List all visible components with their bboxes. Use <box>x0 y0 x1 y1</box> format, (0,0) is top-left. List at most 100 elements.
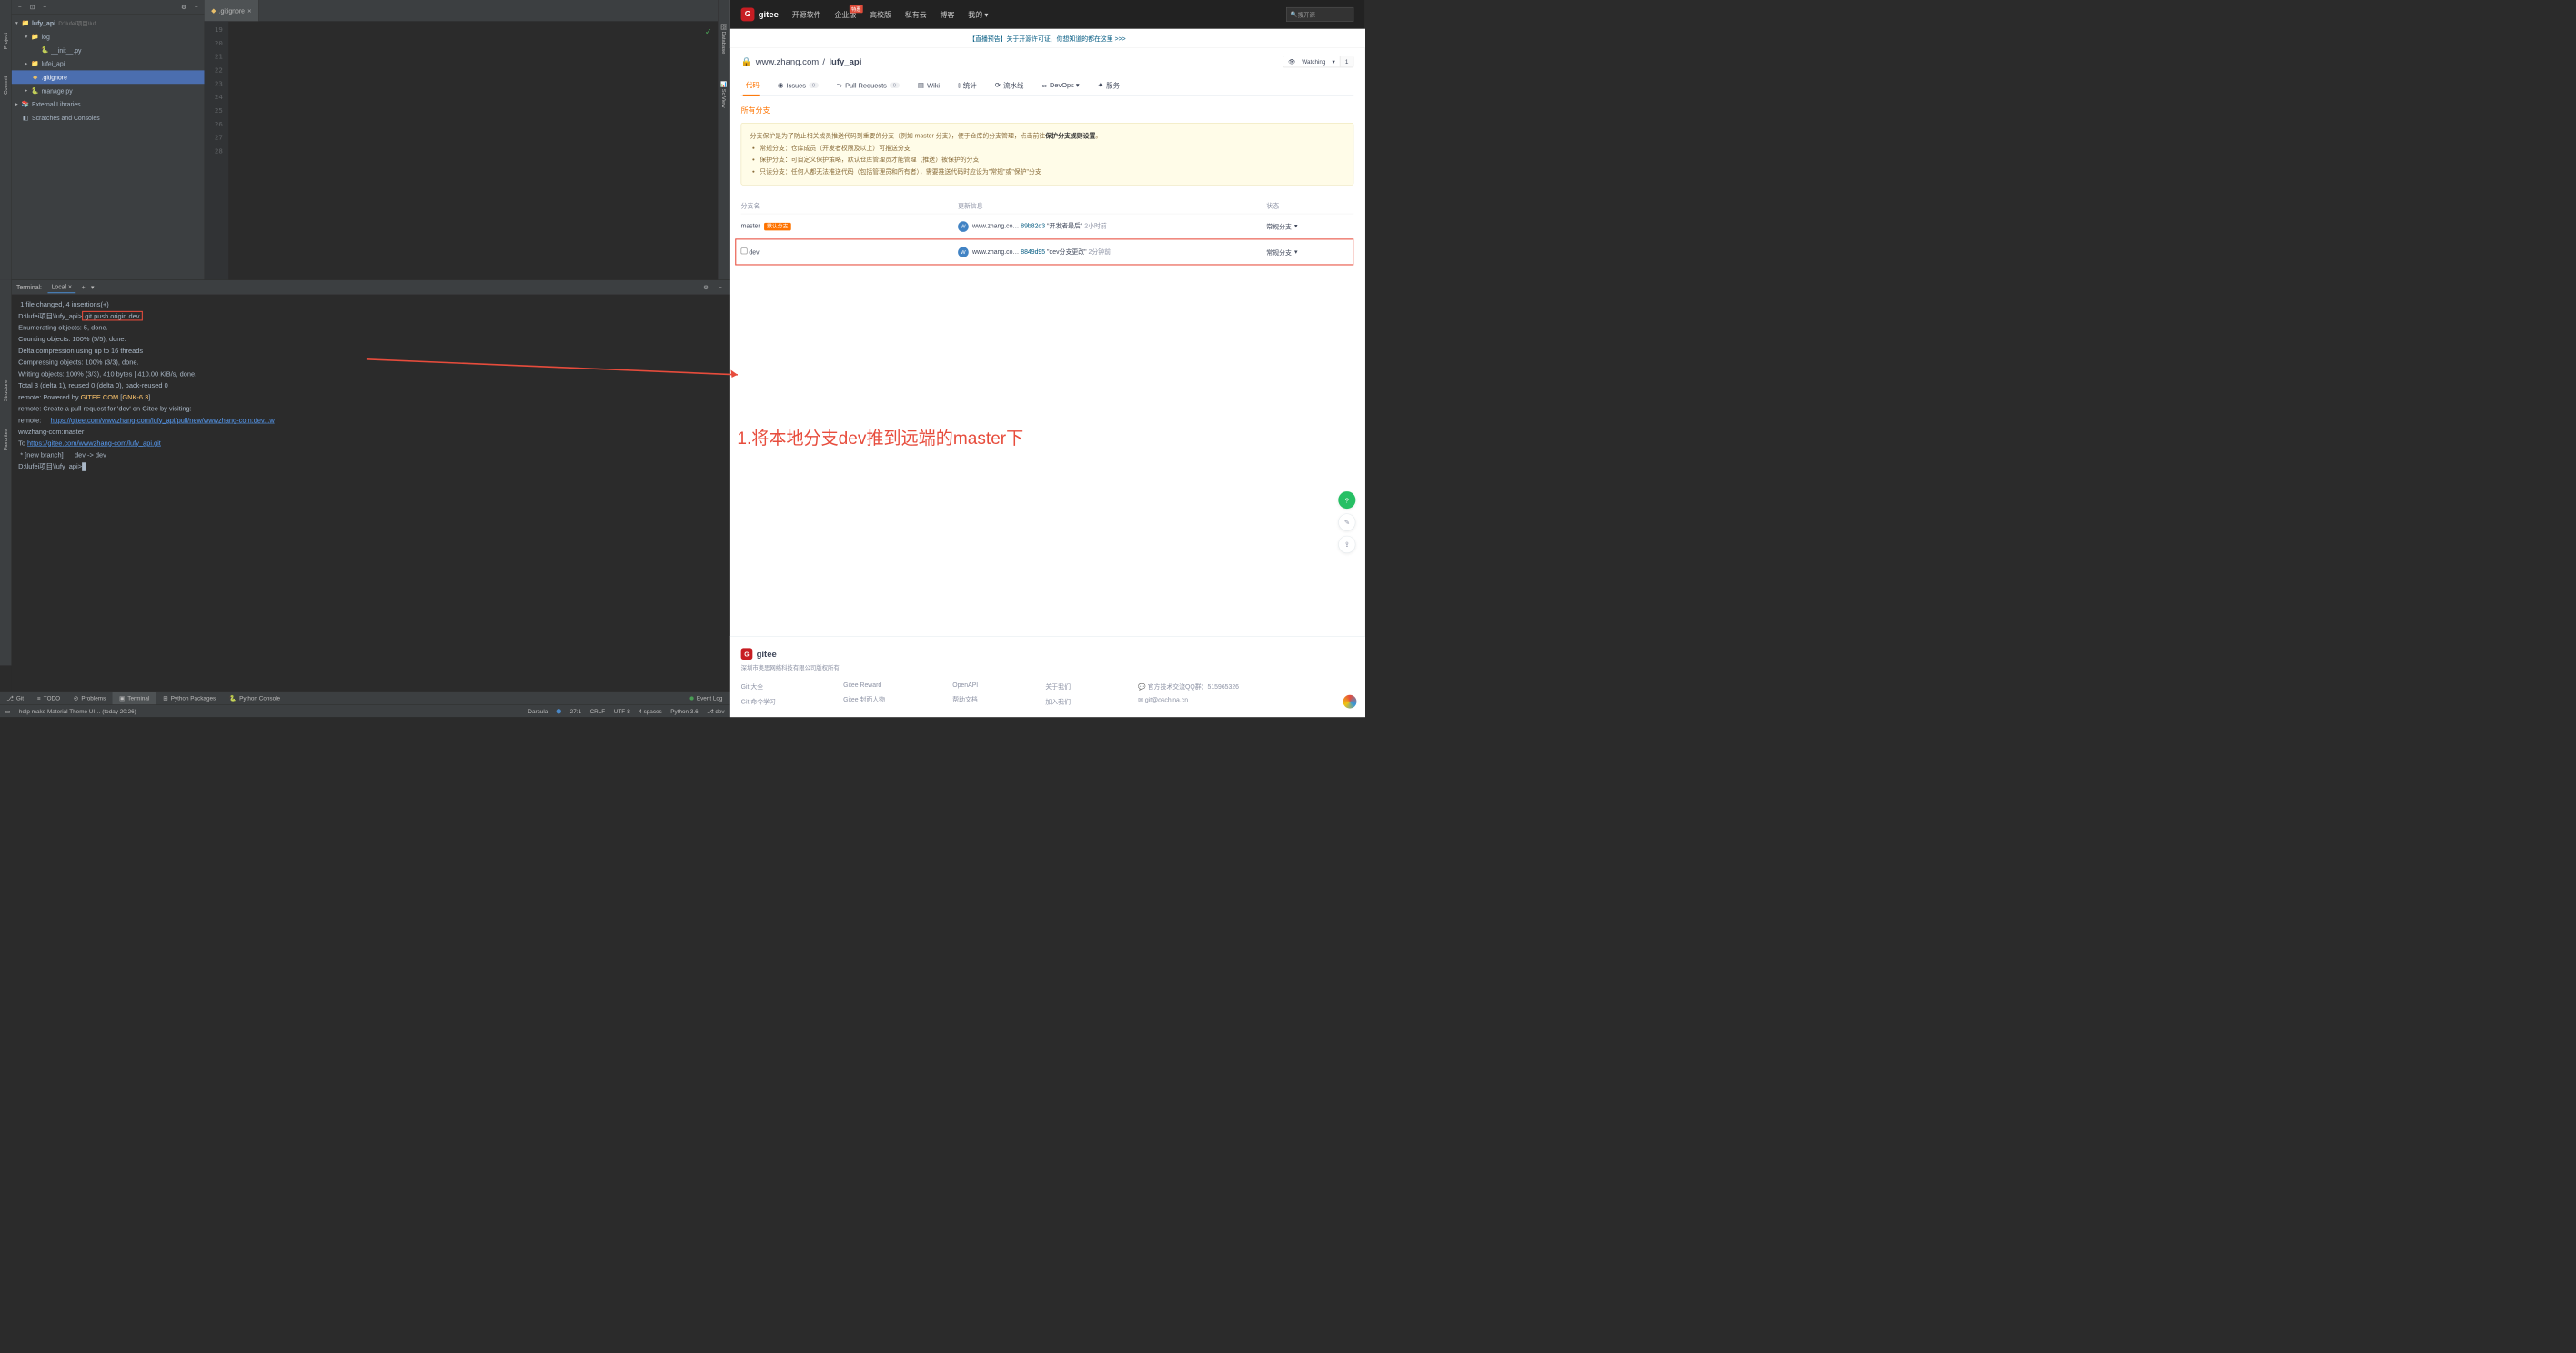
branch-checkbox[interactable] <box>741 248 748 255</box>
tab-服务[interactable]: ✦ 服务 <box>1098 76 1120 96</box>
lock-icon: 🔒 <box>741 56 752 66</box>
status-theme[interactable]: Darcula <box>528 708 548 714</box>
tab-Issues[interactable]: ◉ Issues0 <box>778 76 819 96</box>
ide-right-sidebar: 🗄 Database 📊 SciView <box>718 0 730 279</box>
inspection-ok-icon: ✓ <box>705 27 712 37</box>
project-tab[interactable]: Project <box>2 29 9 54</box>
tab-Wiki[interactable]: ▤ Wiki <box>918 76 940 96</box>
gitee-footer: Ggitee 深圳市奥思网络科技有限公司版权所有 Git 大全Git 命令学习G… <box>730 636 1365 717</box>
status-position[interactable]: 27:1 <box>570 708 581 714</box>
footer-link[interactable]: 💬 官方技术交流QQ群：515965326 <box>1138 682 1239 691</box>
ide-left-sidebar: Project Commit <box>0 0 12 279</box>
footer-link[interactable]: Gitee 封面人物 <box>843 694 885 703</box>
tab-DevOps[interactable]: ∞ DevOps ▾ <box>1042 76 1080 96</box>
tree-root[interactable]: ▾📁 lufy_api D:\lufei项目\luf… <box>12 16 205 30</box>
tree-scratches[interactable]: ◧Scratches and Consoles <box>12 111 205 125</box>
tool-todo[interactable]: ≡ TODO <box>30 692 66 704</box>
tree-folder-lufei[interactable]: ▸📁lufei_api <box>12 57 205 71</box>
col-header-name: 分支名 <box>741 200 959 209</box>
tool-python-console[interactable]: 🐍 Python Console <box>223 692 287 704</box>
project-tree: ▾📁 lufy_api D:\lufei项目\luf… ▾📁log 🐍__ini… <box>12 15 205 280</box>
database-tab[interactable]: 🗄 Database <box>719 19 728 57</box>
col-header-update: 更新信息 <box>958 200 1266 209</box>
section-title: 所有分支 <box>741 106 1354 116</box>
footer-link[interactable]: 加入我们 <box>1045 696 1071 705</box>
tool-terminal[interactable]: ▣ Terminal <box>113 692 156 704</box>
feedback-button[interactable]: ✎ <box>1338 513 1355 530</box>
favorites-tab[interactable]: Favorites <box>2 425 9 454</box>
editor-area: ◆ .gitignore × 19 20 21 22 23 24 25 26 2… <box>205 0 718 279</box>
status-git-branch[interactable]: ⎇ dev <box>707 708 724 714</box>
terminal-output[interactable]: 1 file changed, 4 insertions(+)D:\lufei项… <box>12 295 730 692</box>
gear-icon[interactable]: ⚙ <box>179 3 188 12</box>
nav-enterprise[interactable]: 企业版特惠 <box>834 9 856 19</box>
terminal-hide-icon[interactable]: − <box>716 283 725 292</box>
terminal-header: Terminal: Local × + ▾ ⚙ − <box>12 280 730 295</box>
watch-button[interactable]: 👁 Watching ▾ 1 <box>1283 56 1353 67</box>
notice-banner[interactable]: 【直播预告】关于开源许可证，你想知道的都在这里 >>> <box>730 29 1365 48</box>
close-icon[interactable]: × <box>247 6 251 14</box>
add-terminal-icon[interactable]: + <box>82 284 86 291</box>
theme-indicator-icon <box>557 709 561 713</box>
editor-tab-gitignore[interactable]: ◆ .gitignore × <box>205 0 259 21</box>
branch-table: 分支名 更新信息 状态 master默认分支Wwww.zhang.co… 89b… <box>741 197 1354 265</box>
status-message-icon: ▭ <box>5 708 10 714</box>
branch-protection-info: 分支保护是为了防止相关成员推送代码到重要的分支（例如 master 分支），便于… <box>741 123 1354 185</box>
tree-file-gitignore[interactable]: ◆.gitignore <box>12 70 205 84</box>
repo-name[interactable]: lufy_api <box>829 56 861 66</box>
nav-mine[interactable]: 我的 ▾ <box>968 9 988 19</box>
divide-icon[interactable]: ÷ <box>41 3 50 12</box>
branch-row-dev[interactable]: devWwww.zhang.co… 8849d95 "dev分支更改" 2分钟前… <box>735 238 1353 265</box>
status-python[interactable]: Python 3.6 <box>670 708 698 714</box>
gitee-header: Ggitee 开源软件 企业版特惠 高校版 私有云 博客 我的 ▾ 🔍 搜开源 <box>730 0 1365 29</box>
structure-tab[interactable]: Structure <box>2 376 9 405</box>
footer-link[interactable]: Git 命令学习 <box>741 696 776 705</box>
nav-opensource[interactable]: 开源软件 <box>792 9 821 19</box>
col-header-status: 状态 <box>1266 200 1333 209</box>
commit-tab[interactable]: Commit <box>2 73 9 99</box>
tool-event-log[interactable]: Event Log <box>683 692 730 704</box>
tool-window-bar: ⎇ Git≡ TODO⊘ Problems▣ Terminal⊞ Python … <box>0 691 730 704</box>
status-eol[interactable]: CRLF <box>590 708 606 714</box>
tree-external-libs[interactable]: ▸📚External Libraries <box>12 97 205 111</box>
tab-Pull Requests[interactable]: ⥲ Pull Requests0 <box>837 76 900 96</box>
terminal-gear-icon[interactable]: ⚙ <box>701 283 710 292</box>
tab-统计[interactable]: ⫾ 统计 <box>958 76 976 96</box>
status-bar: ▭ help make Material Theme UI… (today 20… <box>0 704 730 717</box>
terminal-tab-local[interactable]: Local × <box>47 281 75 293</box>
footer-link[interactable]: Git 大全 <box>741 682 776 691</box>
tree-folder-log[interactable]: ▾📁log <box>12 30 205 44</box>
help-button[interactable]: ? <box>1338 491 1355 509</box>
terminal-dropdown-icon[interactable]: ▾ <box>91 283 94 290</box>
nav-privatecloud[interactable]: 私有云 <box>905 9 927 19</box>
footer-link[interactable]: 关于我们 <box>1045 682 1071 691</box>
nav-blog[interactable]: 博客 <box>941 9 955 19</box>
tab-流水线[interactable]: ⟳ 流水线 <box>995 76 1024 96</box>
tree-file-manage[interactable]: ▸🐍manage.py <box>12 84 205 97</box>
nav-education[interactable]: 高校版 <box>870 9 891 19</box>
editor-content[interactable]: ✓ <box>228 21 718 279</box>
tool-git[interactable]: ⎇ Git <box>0 692 30 704</box>
hide-icon[interactable]: − <box>192 3 201 12</box>
repo-owner[interactable]: www.zhang.com <box>756 56 819 66</box>
tree-file-init[interactable]: 🐍__init__.py <box>12 44 205 57</box>
tool-python-packages[interactable]: ⊞ Python Packages <box>156 692 223 704</box>
footer-link[interactable]: 帮助文档 <box>952 694 978 703</box>
select-opened-icon[interactable]: ⊡ <box>28 3 37 12</box>
editor-gutter: 19 20 21 22 23 24 25 26 27 28 <box>205 21 229 279</box>
search-input[interactable]: 🔍 搜开源 <box>1286 7 1353 22</box>
protection-settings-link[interactable]: 保护分支规则设置 <box>1045 132 1095 139</box>
status-encoding[interactable]: UTF-8 <box>614 708 630 714</box>
footer-link[interactable]: OpenAPI <box>952 682 978 689</box>
tool-problems[interactable]: ⊘ Problems <box>66 692 112 704</box>
branch-row-master[interactable]: master默认分支Wwww.zhang.co… 89b82d3 "开发者最后"… <box>741 214 1354 239</box>
sciview-tab[interactable]: 📊 SciView <box>719 77 728 112</box>
footer-link[interactable]: Gitee Reward <box>843 682 885 689</box>
collapse-icon[interactable]: − <box>15 3 25 12</box>
gitee-logo[interactable]: Ggitee <box>741 7 779 21</box>
share-button[interactable]: ⇪ <box>1338 536 1355 553</box>
loading-spinner-icon <box>1343 695 1357 709</box>
footer-link[interactable]: ✉ git@oschina.cn <box>1138 696 1239 703</box>
status-indent[interactable]: 4 spaces <box>639 708 661 714</box>
tab-代码[interactable]: 代码 <box>743 76 760 96</box>
